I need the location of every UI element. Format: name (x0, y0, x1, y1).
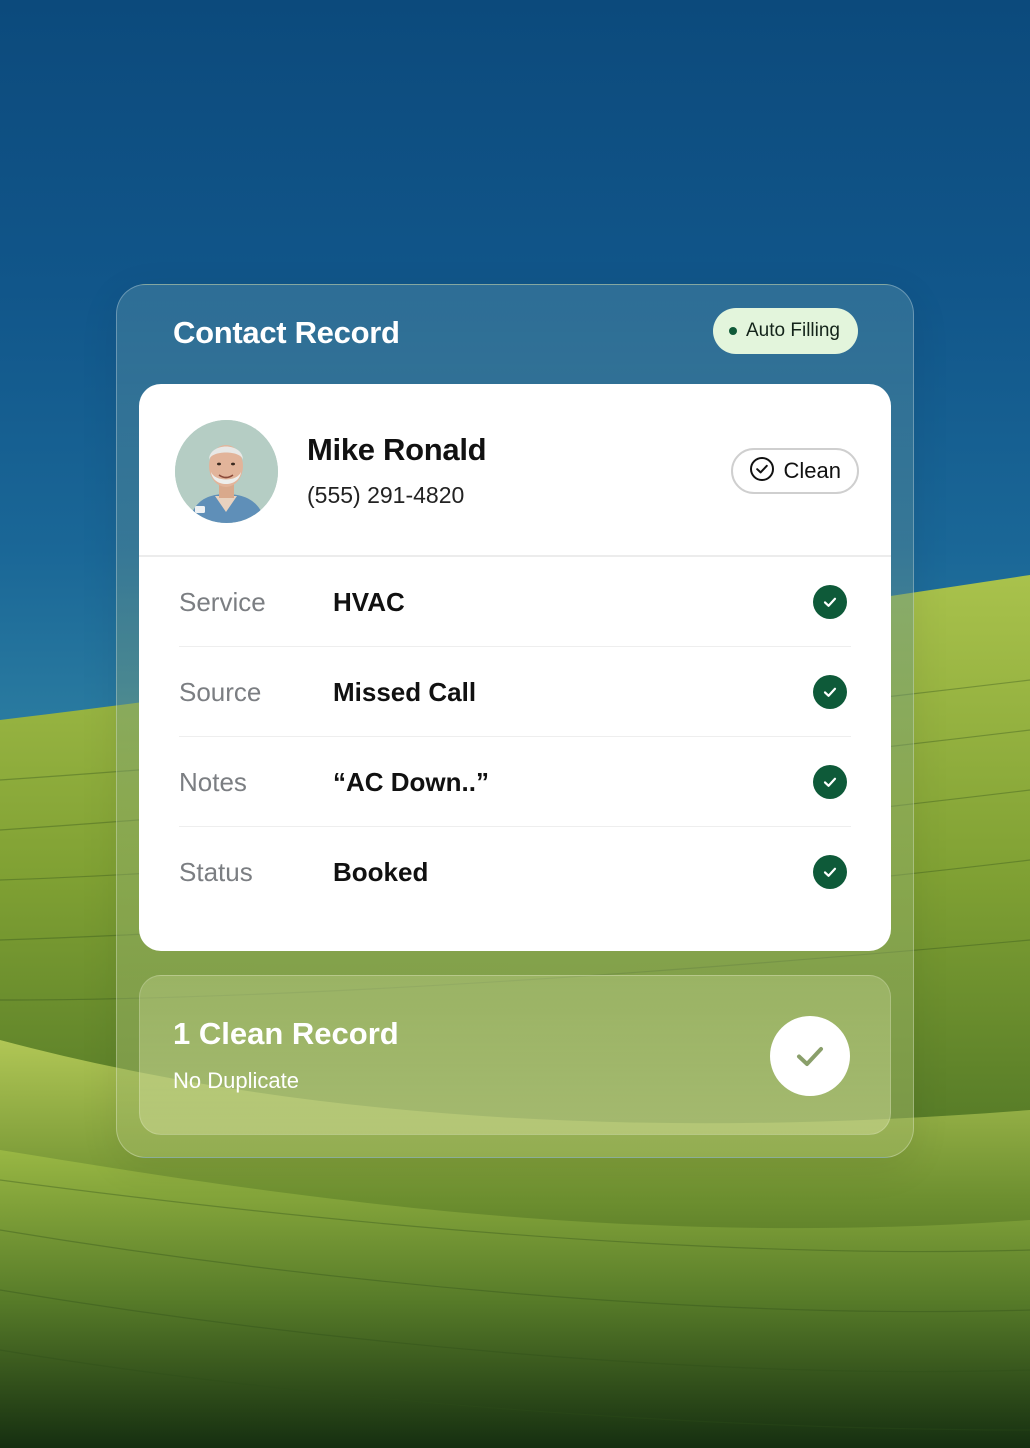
field-row-source: Source Missed Call (179, 647, 851, 737)
field-row-status: Status Booked (179, 827, 851, 917)
status-dot-icon (729, 327, 737, 335)
summary-panel: 1 Clean Record No Duplicate (139, 975, 891, 1135)
clean-status-pill[interactable]: Clean (730, 448, 859, 494)
field-list: Service HVAC Source Missed Call Notes “A… (179, 557, 851, 917)
contact-details-panel: Mike Ronald (555) 291-4820 Clean Service… (139, 384, 891, 951)
contact-phone: (555) 291-4820 (307, 482, 465, 508)
check-icon (813, 765, 847, 799)
card-title: Contact Record (173, 315, 400, 350)
field-value: HVAC (333, 587, 405, 617)
check-circle-icon (749, 456, 775, 487)
field-label: Service (179, 587, 266, 617)
contact-profile: Mike Ronald (555) 291-4820 Clean (139, 384, 891, 557)
field-value: “AC Down..” (333, 767, 489, 797)
auto-filling-badge: Auto Filling (713, 308, 858, 354)
check-icon (813, 855, 847, 889)
summary-title: 1 Clean Record (173, 1016, 399, 1051)
avatar-illustration (175, 420, 278, 523)
summary-subtitle: No Duplicate (173, 1068, 299, 1093)
contact-record-card: Contact Record Auto Filling Mike Ronald … (116, 284, 914, 1158)
field-value: Missed Call (333, 677, 477, 707)
check-icon (813, 585, 847, 619)
avatar (175, 420, 278, 523)
check-icon (770, 1016, 850, 1096)
field-label: Status (179, 857, 253, 887)
contact-name: Mike Ronald (307, 432, 487, 467)
clean-status-label: Clean (783, 458, 841, 483)
field-value: Booked (333, 857, 429, 887)
field-row-service: Service HVAC (179, 557, 851, 647)
field-label: Notes (179, 767, 247, 797)
check-icon (813, 675, 847, 709)
auto-filling-label: Auto Filling (746, 320, 840, 341)
field-row-notes: Notes “AC Down..” (179, 737, 851, 827)
field-label: Source (179, 677, 262, 707)
